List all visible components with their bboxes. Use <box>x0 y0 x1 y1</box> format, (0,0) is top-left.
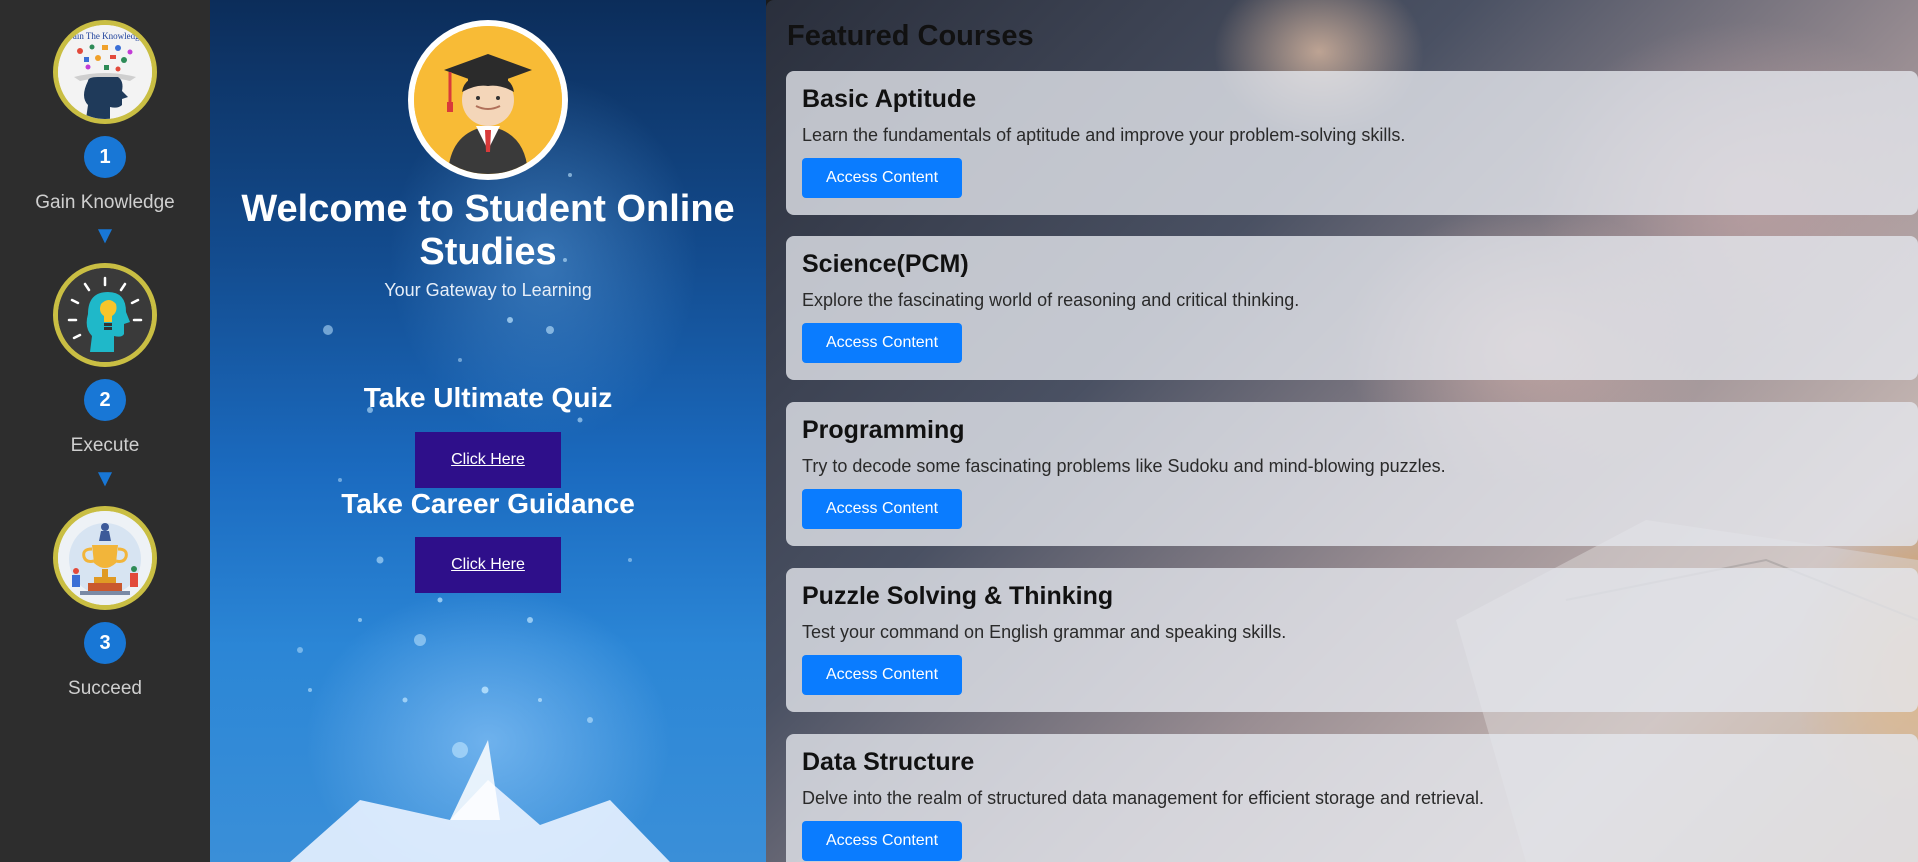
step-number: 3 <box>84 622 126 664</box>
step-label: Execute <box>70 435 140 456</box>
step-succeed: 3 Succeed <box>0 506 210 700</box>
access-content-button[interactable]: Access Content <box>802 821 962 861</box>
head-knowledge-icon: Gain The Knowledge <box>53 20 157 124</box>
step-label: Gain Knowledge <box>35 192 175 213</box>
featured-courses-panel: Featured Courses Basic Aptitude Learn th… <box>766 0 1918 862</box>
down-arrow-icon: ▼ <box>93 465 117 492</box>
access-content-button[interactable]: Access Content <box>802 158 962 198</box>
course-description: Learn the fundamentals of aptitude and i… <box>802 125 1406 145</box>
course-title: Data Structure <box>802 748 975 776</box>
course-title: Science(PCM) <box>802 250 969 278</box>
step-execute: 2 Execute <box>0 263 210 457</box>
course-card-programming: Programming Try to decode some fascinati… <box>786 402 1918 546</box>
quiz-heading: Take Ultimate Quiz <box>363 382 613 413</box>
course-description: Explore the fascinating world of reasoni… <box>802 290 1300 310</box>
course-title: Puzzle Solving & Thinking <box>802 582 1114 610</box>
featured-courses-title: Featured Courses <box>787 20 1034 52</box>
down-arrow-icon: ▼ <box>93 222 117 249</box>
course-description: Delve into the realm of structured data … <box>802 788 1485 808</box>
career-guidance-heading: Take Career Guidance <box>341 488 635 519</box>
course-card-basic-aptitude: Basic Aptitude Learn the fundamentals of… <box>786 71 1918 215</box>
page-subtitle: Your Gateway to Learning <box>384 280 592 300</box>
course-title: Basic Aptitude <box>802 85 977 113</box>
step-image-caption: Gain The Knowledge <box>66 31 143 41</box>
graduate-student-icon <box>408 20 568 180</box>
step-gain-knowledge: Gain The Knowledge 1 Gain Knowledge <box>0 20 210 214</box>
course-description: Try to decode some fascinating problems … <box>802 456 1446 476</box>
course-card-science-pcm: Science(PCM) Explore the fascinating wor… <box>786 236 1918 380</box>
course-description: Test your command on English grammar and… <box>802 622 1287 642</box>
access-content-button[interactable]: Access Content <box>802 323 962 363</box>
career-click-here-button[interactable]: Click Here <box>415 537 561 593</box>
course-card-puzzle-solving: Puzzle Solving & Thinking Test your comm… <box>786 568 1918 712</box>
course-title: Programming <box>802 416 965 444</box>
page-title: Welcome to Student Online Studies <box>241 188 735 273</box>
steps-sidebar: Gain The Knowledge 1 Gain Knowledge ▼ 2 … <box>0 0 210 862</box>
course-card-data-structure: Data Structure Delve into the realm of s… <box>786 734 1918 862</box>
access-content-button[interactable]: Access Content <box>802 655 962 695</box>
step-number: 1 <box>84 136 126 178</box>
hero-section: Welcome to Student Online Studies Your G… <box>210 0 766 862</box>
lightbulb-head-icon <box>53 263 157 367</box>
step-label: Succeed <box>68 678 142 699</box>
trophy-success-icon <box>53 506 157 610</box>
quiz-click-here-button[interactable]: Click Here <box>415 432 561 488</box>
access-content-button[interactable]: Access Content <box>802 489 962 529</box>
step-number: 2 <box>84 379 126 421</box>
